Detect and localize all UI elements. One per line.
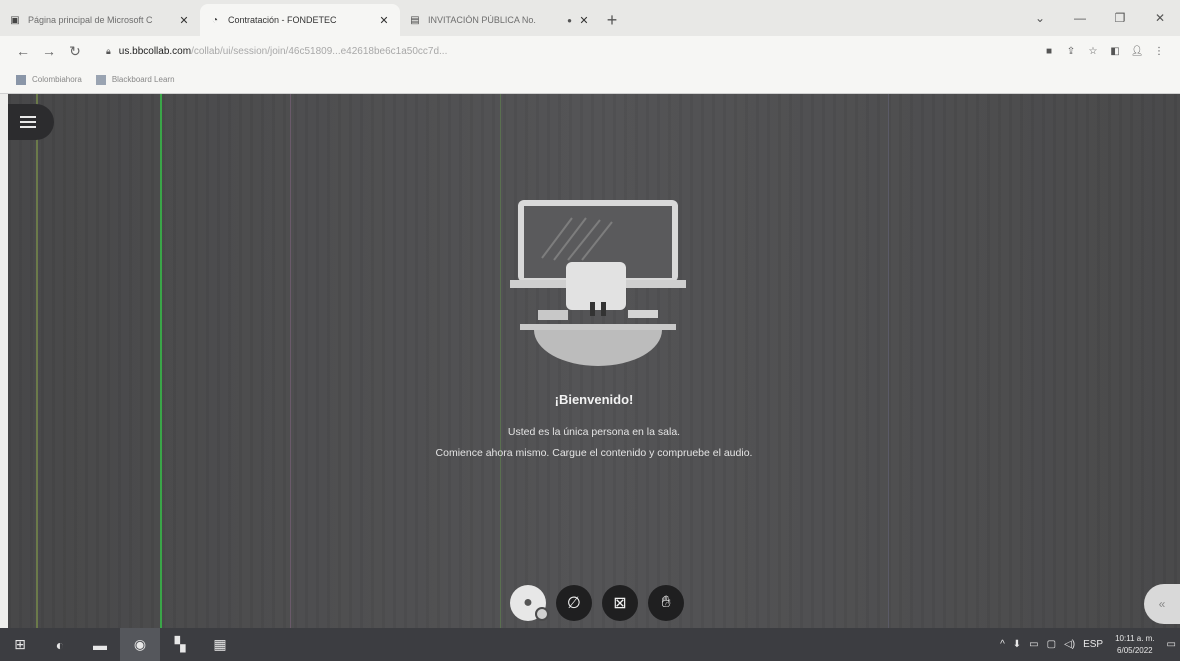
notification-icon[interactable]: ▭ — [1167, 639, 1176, 650]
lock-icon[interactable]: 🔒︎ — [106, 46, 111, 57]
display-icon[interactable]: ▢ — [1047, 639, 1056, 650]
chevron-down-icon[interactable]: ⌄ — [1020, 11, 1060, 25]
bookmarks-bar: Colombiahora Blackboard Learn — [0, 66, 1180, 94]
taskbar-app-2[interactable]: ▦ — [200, 628, 240, 661]
welcome-title: ¡Bienvenido! — [554, 392, 634, 407]
bookmark-icon — [95, 74, 106, 85]
url-domain: us.bbcollab.com — [118, 45, 192, 57]
windows-taskbar: ⊞ ◐ ▬ ◉ ▚ ▦ ^ ⬇ ▭ ▢ ◁) ESP 10:11 a. m. 6… — [0, 628, 1180, 661]
system-tray: ^ ⬇ ▭ ▢ ◁) ESP 10:11 a. m. 6/05/2022 ▭ — [996, 628, 1180, 661]
chrome-icon: ◉ — [133, 636, 147, 652]
close-icon[interactable]: ✕ — [578, 14, 590, 27]
sidepanel-icon[interactable]: ◧ — [1104, 46, 1126, 57]
forward-button[interactable]: → — [36, 43, 62, 59]
close-icon[interactable]: ✕ — [178, 14, 190, 27]
tab-title: Página principal de Microsoft C — [28, 15, 153, 25]
clock-time: 10:11 a. m. — [1115, 633, 1155, 643]
welcome-message: Usted es la única persona en la sala. — [507, 426, 681, 438]
screen-artifact-line — [36, 94, 38, 628]
session-controls: ● ∅ ⊠ ✋︎ — [510, 583, 684, 623]
tab-microsoft[interactable]: ▣ Página principal de Microsoft C ✕ — [0, 4, 200, 36]
status-badge — [535, 607, 549, 621]
clock-date: 6/05/2022 — [1117, 645, 1153, 655]
new-tab-button[interactable]: + — [600, 4, 624, 36]
url-input[interactable]: 🔒︎ us.bbcollab.com /collab/ui/session/jo… — [96, 39, 1030, 63]
fondetec-icon: ◔ — [211, 14, 219, 26]
reload-button[interactable]: ↻ — [62, 43, 88, 60]
office-icon: ▣ — [10, 14, 20, 26]
language-indicator[interactable]: ESP — [1083, 639, 1103, 650]
audio-indicator-icon: ● — [567, 15, 572, 25]
app-icon: ▚ — [174, 636, 186, 652]
more-menu-icon[interactable]: ⋮ — [1148, 46, 1170, 57]
taskbar-app[interactable]: ▚ — [160, 628, 200, 661]
taskbar-chrome[interactable]: ◉ — [120, 628, 160, 661]
microphone-off-icon: ∅ — [567, 595, 581, 612]
raise-hand-button[interactable]: ✋︎ — [648, 585, 684, 621]
edge-icon: ◐ — [55, 636, 65, 653]
camera-off-icon: ⊠ — [613, 595, 627, 612]
camera-icon[interactable]: ■ — [1038, 46, 1060, 57]
folder-icon: ▬ — [93, 636, 107, 653]
microphone-toggle-button[interactable]: ∅ — [556, 585, 592, 621]
session-menu-button[interactable] — [8, 104, 54, 140]
restore-button[interactable]: ❐ — [1100, 11, 1140, 25]
chevron-left-icon: « — [1158, 597, 1166, 611]
close-window-button[interactable]: ✕ — [1140, 11, 1180, 25]
bookmark-colombiahora[interactable]: Colombiahora — [16, 74, 82, 85]
hand-icon: ✋︎ — [661, 594, 671, 611]
bookmark-star-icon[interactable]: ☆ — [1082, 46, 1104, 57]
profile-icon[interactable]: 👤︎ — [1126, 46, 1148, 57]
window-controls: ⌄ — ❐ ✕ — [1020, 0, 1180, 36]
screen-artifact-line — [500, 94, 501, 628]
windows-icon: ⊞ — [14, 636, 26, 652]
screen-artifact-line — [888, 94, 889, 628]
tab-fondetec[interactable]: ◔ Contratación - FONDETEC ✕ — [200, 4, 400, 36]
bookmark-label: Colombiahora — [32, 75, 82, 84]
collab-session-area: ¡Bienvenido! Usted es la única persona e… — [8, 94, 1180, 628]
tab-invitacion[interactable]: ▤ INVITACIÓN PÚBLICA No. ● ✕ — [400, 4, 600, 36]
classroom-illustration — [510, 200, 686, 366]
camera-toggle-button[interactable]: ⊠ — [602, 585, 638, 621]
close-icon[interactable]: ✕ — [378, 14, 390, 27]
network-icon[interactable]: ▭ — [1029, 639, 1038, 650]
address-bar: ← → ↻ 🔒︎ us.bbcollab.com /collab/ui/sess… — [0, 36, 1180, 66]
browser-toolbar: ■ ⇪ ☆ ◧ 👤︎ ⋮ — [1038, 46, 1170, 57]
start-button[interactable]: ⊞ — [0, 628, 40, 661]
screen-artifact-line — [290, 94, 291, 628]
tab-title: Contratación - FONDETEC — [228, 15, 337, 25]
minimize-button[interactable]: — — [1060, 11, 1100, 25]
collab-panel-toggle[interactable]: « — [1144, 584, 1180, 624]
chevron-up-icon[interactable]: ^ — [1000, 639, 1005, 650]
bookmark-label: Blackboard Learn — [111, 75, 175, 84]
hamburger-icon — [20, 116, 36, 118]
window-icon: ▦ — [213, 636, 227, 652]
clock[interactable]: 10:11 a. m. 6/05/2022 — [1115, 633, 1154, 657]
screen-artifact-line — [160, 94, 162, 628]
tab-title: INVITACIÓN PÚBLICA No. — [428, 15, 536, 25]
url-path: /collab/ui/session/join/46c51809...e4261… — [191, 45, 448, 57]
document-icon: ▤ — [410, 14, 420, 26]
usb-icon[interactable]: ⬇ — [1013, 639, 1021, 650]
bookmark-blackboard[interactable]: Blackboard Learn — [95, 74, 175, 85]
my-status-button[interactable]: ● — [510, 585, 549, 621]
welcome-instructions: Comience ahora mismo. Cargue el contenid… — [435, 447, 753, 459]
share-icon[interactable]: ⇪ — [1060, 46, 1082, 57]
browser-tab-bar: ▣ Página principal de Microsoft C ✕ ◔ Co… — [0, 0, 1180, 36]
user-avatar-icon: ● — [523, 594, 533, 611]
taskbar-edge[interactable]: ◐ — [40, 628, 80, 661]
volume-icon[interactable]: ◁) — [1064, 639, 1075, 650]
back-button[interactable]: ← — [10, 43, 36, 59]
bookmark-icon — [16, 74, 26, 85]
taskbar-explorer[interactable]: ▬ — [80, 628, 120, 661]
